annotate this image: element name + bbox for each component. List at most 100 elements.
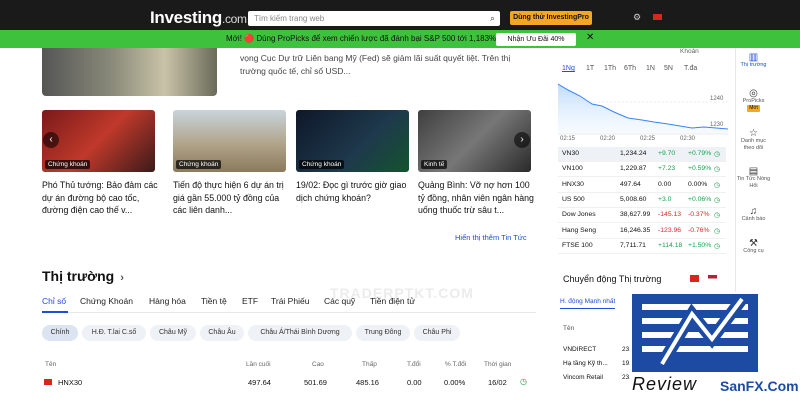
index-pct: +0.79% xyxy=(688,150,712,157)
index-name: Hang Seng xyxy=(562,226,597,234)
tab-divider xyxy=(42,312,536,313)
chevron-right-icon: › xyxy=(120,272,124,284)
index-row[interactable]: FTSE 100 7,711.71 +114.18 +1.50% ◷ xyxy=(558,239,726,254)
period-1w[interactable]: 1T xyxy=(586,65,594,72)
index-row[interactable]: VN30 1,234.24 +9.70 +0.79% ◷ xyxy=(558,147,726,162)
index-row[interactable]: HNX30 497.64 0.00 0.00% ◷ xyxy=(558,178,726,193)
row-name[interactable]: HNX30 xyxy=(58,378,82,387)
tab-etf[interactable]: ETF xyxy=(242,296,258,306)
language-flag-icon[interactable] xyxy=(653,14,662,20)
search-icon[interactable]: ⌕ xyxy=(490,13,495,24)
index-chart[interactable] xyxy=(558,82,728,144)
tab-indices[interactable]: Chỉ số xyxy=(42,296,66,306)
tab-stocks[interactable]: Chứng Khoán xyxy=(80,296,133,306)
movers-col-name: Tên xyxy=(563,325,575,332)
news-title[interactable]: Tiến độ thực hiện 6 dự án trị giá gần 55… xyxy=(173,179,289,217)
promo-offer-button[interactable]: Nhận Ưu Đãi 40% xyxy=(496,33,576,46)
more-news-link[interactable]: Hiển thị thêm Tin Tức xyxy=(455,233,527,242)
period-1d[interactable]: 1Ng xyxy=(562,65,575,72)
review-word: Review xyxy=(632,374,698,394)
tab-commodities[interactable]: Hàng hóa xyxy=(149,296,186,306)
mover-name: Vincom Retail xyxy=(563,374,603,381)
news-icon: ▤ xyxy=(748,166,759,177)
chip-americas[interactable]: Châu Mỹ xyxy=(150,325,196,341)
index-pct: +0.59% xyxy=(688,165,712,173)
index-row[interactable]: Dow Jones 38,627.99 -145.13 -0.37% ◷ xyxy=(558,208,726,224)
vietnam-flag-icon[interactable] xyxy=(690,275,699,282)
period-1m[interactable]: 1Th xyxy=(604,65,616,72)
movers-tab-most-active[interactable]: H. động Mạnh nhất xyxy=(560,298,616,309)
index-name: FTSE 100 xyxy=(562,241,593,249)
chip-middle-east[interactable]: Trung Đông xyxy=(356,325,410,341)
index-row[interactable]: Hang Seng 16,246.35 -123.96 -0.76% ◷ xyxy=(558,224,726,239)
hero-image[interactable] xyxy=(42,48,217,96)
index-name: VN30 xyxy=(562,150,580,157)
index-change: +7.23 xyxy=(658,165,676,173)
logo-text: Investing xyxy=(150,8,222,27)
chip-futures[interactable]: H.Đ. T.lai C.số xyxy=(82,325,146,341)
clock-icon: ◷ xyxy=(714,242,720,250)
period-max[interactable]: T.đa xyxy=(684,65,697,72)
index-pct: -0.37% xyxy=(688,211,710,219)
news-title[interactable]: Phó Thủ tướng: Bảo đảm các dự án đường b… xyxy=(42,179,158,217)
tab-currencies[interactable]: Tiền tệ xyxy=(201,296,227,306)
y-tick: 1240 xyxy=(710,96,724,102)
news-card-image[interactable]: Chứng khoán xyxy=(296,110,409,172)
index-row[interactable]: US 500 5,008.60 +3.0 +0.06% ◷ xyxy=(558,193,726,208)
tab-funds[interactable]: Các quỹ xyxy=(324,296,355,306)
search-input[interactable]: Tìm kiếm trang web ⌕ xyxy=(248,11,500,26)
col-name: Tên xyxy=(45,361,57,368)
sidebar-item-tools[interactable]: ⚒ Công cụ xyxy=(736,238,771,255)
period-5y[interactable]: 5N xyxy=(664,65,673,72)
tab-crypto[interactable]: Tiền điện tử xyxy=(370,296,415,306)
market-section-title[interactable]: Thị trường › xyxy=(42,268,124,284)
settings-icon[interactable]: ⚙ xyxy=(633,12,641,23)
us-flag-icon[interactable] xyxy=(708,275,717,282)
sidebar-item-alerts[interactable]: ♫ Cảnh báo xyxy=(736,207,771,223)
index-row[interactable]: VN100 1,229.87 +7.23 +0.59% ◷ xyxy=(558,162,726,178)
sidebar-item-news[interactable]: ▤ Tin Tức Nóng Hổi xyxy=(736,166,771,190)
col-high: Cao xyxy=(312,361,324,368)
chip-europe[interactable]: Châu Âu xyxy=(200,325,244,341)
clock-icon: ◷ xyxy=(714,181,720,189)
col-pct-change: % T.đổi xyxy=(445,361,467,368)
sidebar-label: Tin Tức Nóng Hổi xyxy=(736,176,771,189)
sidebar-item-markets[interactable]: ▥ Thị trường xyxy=(736,53,771,69)
chip-asia-pacific[interactable]: Châu Á/Thái Bình Dương xyxy=(248,325,352,341)
news-title[interactable]: Quảng Bình: Vỡ nợ hơn 100 tỷ đồng, nhân … xyxy=(418,179,534,217)
index-change: +114.18 xyxy=(658,241,683,249)
index-name: Dow Jones xyxy=(562,211,596,219)
investing-logo[interactable]: Investing.com xyxy=(150,8,247,28)
index-pct: 0.00% xyxy=(688,180,708,188)
reviewsanfx-logo: Review SanFX.Com xyxy=(630,292,800,400)
y-tick: 1230 xyxy=(710,122,724,128)
close-icon[interactable]: ✕ xyxy=(586,32,594,43)
top-navigation-bar: Investing.com Tìm kiếm trang web ⌕ Dùng t… xyxy=(0,0,800,34)
period-6m[interactable]: 6Th xyxy=(624,65,636,72)
logo-domain: .com xyxy=(221,12,247,26)
x-tick: 02:20 xyxy=(600,136,616,142)
sidebar-label: Thị trường xyxy=(740,62,767,68)
sidebar-item-watchlist[interactable]: ☆ Danh mục theo dõi xyxy=(736,129,771,152)
period-1y[interactable]: 1N xyxy=(646,65,655,72)
chip-main[interactable]: Chính xyxy=(42,325,78,341)
index-change: +3.0 xyxy=(658,195,672,203)
movers-title[interactable]: Chuyển động Thị trường xyxy=(563,274,661,284)
sidebar-item-propicks[interactable]: ◎ ProPicks Mới xyxy=(736,89,771,112)
vietnam-flag-icon xyxy=(44,379,52,385)
clock-icon: ◷ xyxy=(520,377,527,386)
index-change: -123.96 xyxy=(658,226,682,234)
chip-africa[interactable]: Châu Phi xyxy=(414,325,460,341)
news-card-image[interactable]: Chứng khoán xyxy=(42,110,155,172)
tools-icon: ⚒ xyxy=(749,238,758,249)
tab-bonds[interactable]: Trái Phiếu xyxy=(271,296,309,306)
carousel-next-icon[interactable]: › xyxy=(514,132,530,148)
carousel-prev-icon[interactable]: ‹ xyxy=(43,132,59,148)
clock-icon: ◷ xyxy=(714,227,720,235)
sidebar-label: Công cụ xyxy=(743,248,764,254)
try-investingpro-button[interactable]: Dùng thử InvestingPro xyxy=(510,11,592,25)
news-card-image[interactable]: Chứng khoán xyxy=(173,110,286,172)
news-title[interactable]: 19/02: Đọc gì trước giờ giao dịch chứng … xyxy=(296,179,412,204)
hero-summary[interactable]: vọng Cục Dự trữ Liên bang Mỹ (Fed) sẽ gi… xyxy=(240,52,530,78)
right-icon-sidebar: ▥ Thị trường ◎ ProPicks Mới ☆ Danh mục theo … xyxy=(735,48,770,308)
